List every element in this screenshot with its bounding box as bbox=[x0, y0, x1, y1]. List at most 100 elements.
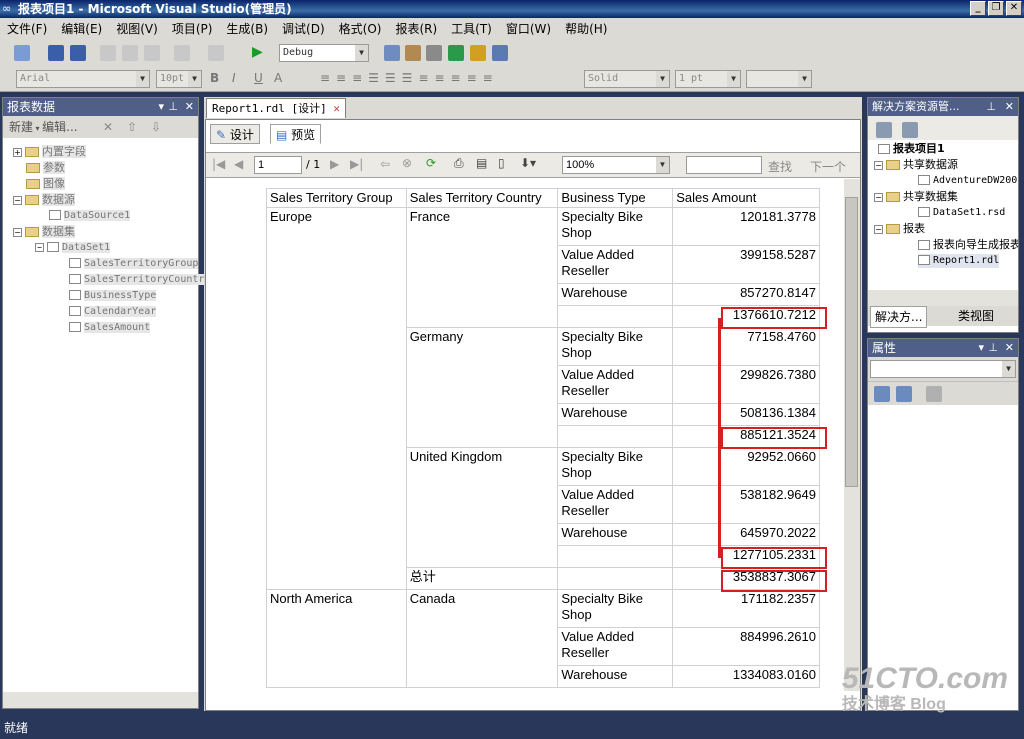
collapse-icon[interactable]: − bbox=[13, 227, 22, 237]
tree-datasets[interactable]: − 数据集 bbox=[13, 225, 75, 239]
tree-report-item[interactable]: Report1.rdl bbox=[918, 254, 1000, 268]
properties-icon[interactable] bbox=[876, 122, 892, 138]
tree-datasources[interactable]: − 数据源 bbox=[13, 193, 75, 207]
tools-icon[interactable] bbox=[426, 45, 442, 61]
tree-datasource-item[interactable]: AdventureDW2008 bbox=[918, 174, 1018, 188]
move-down-icon[interactable]: ⇩ bbox=[151, 116, 161, 138]
find-input[interactable] bbox=[686, 156, 762, 174]
tab-report1[interactable]: Report1.rdl [设计] ✕ bbox=[206, 98, 346, 118]
prev-page-icon[interactable]: ◀ bbox=[234, 157, 243, 171]
page-input[interactable]: 1 bbox=[254, 156, 302, 174]
print-layout-icon[interactable]: ▤ bbox=[476, 156, 487, 170]
tree-field[interactable]: SalesTerritoryCountry bbox=[69, 273, 211, 287]
pin-icon[interactable]: ⊥ bbox=[988, 339, 998, 357]
collapse-icon[interactable]: − bbox=[874, 224, 883, 234]
pin-icon[interactable]: ⊥ bbox=[168, 98, 178, 116]
object-selector[interactable]: ▼ bbox=[870, 360, 1016, 378]
menu-debug[interactable]: 调试(D) bbox=[275, 18, 332, 40]
first-page-icon[interactable]: |◀ bbox=[212, 157, 225, 171]
save-all-icon[interactable] bbox=[70, 45, 86, 61]
refresh-icon[interactable]: ⟳ bbox=[426, 156, 436, 170]
menu-file[interactable]: 文件(F) bbox=[0, 18, 54, 40]
cut-icon[interactable] bbox=[100, 45, 116, 61]
toolbox-icon[interactable] bbox=[470, 45, 486, 61]
paste-icon[interactable] bbox=[144, 45, 160, 61]
menu-format[interactable]: 格式(O) bbox=[332, 18, 389, 40]
tree-shared-datasets[interactable]: − 共享数据集 bbox=[874, 190, 958, 204]
pin-dropdown-icon[interactable]: ▾ bbox=[978, 339, 984, 357]
bold-icon[interactable]: B bbox=[210, 71, 219, 85]
next-page-icon[interactable]: ▶ bbox=[330, 157, 339, 171]
tab-design[interactable]: ✎ 设计 bbox=[210, 124, 260, 144]
redo-icon[interactable] bbox=[208, 45, 224, 61]
tree-images[interactable]: 图像 bbox=[26, 177, 65, 191]
start-debug-icon[interactable]: ▶ bbox=[252, 44, 263, 60]
tree-reports[interactable]: − 报表 bbox=[874, 222, 925, 236]
tree-field[interactable]: SalesTerritoryGroup bbox=[69, 257, 199, 271]
font-color-icon[interactable]: A bbox=[274, 71, 282, 85]
tree-report-item[interactable]: 报表向导生成报表 bbox=[918, 238, 1018, 252]
collapse-icon[interactable]: − bbox=[35, 242, 44, 252]
tree-dataset1[interactable]: − DataSet1 bbox=[35, 241, 111, 255]
config-combo[interactable]: Debug ▼ bbox=[279, 44, 369, 62]
find-button[interactable]: 查找 bbox=[768, 158, 792, 175]
tree-datasource1[interactable]: DataSource1 bbox=[49, 209, 131, 223]
copy-icon[interactable] bbox=[122, 45, 138, 61]
horizontal-scrollbar[interactable] bbox=[868, 290, 1018, 306]
menu-report[interactable]: 报表(R) bbox=[388, 18, 444, 40]
pin-dropdown-icon[interactable]: ▾ bbox=[158, 98, 164, 116]
collapse-icon[interactable]: − bbox=[874, 192, 883, 202]
tree-field[interactable]: CalendarYear bbox=[69, 305, 157, 319]
stop-icon[interactable]: ⊗ bbox=[402, 156, 412, 170]
close-icon[interactable]: ✕ bbox=[1005, 339, 1014, 357]
alphabetical-icon[interactable] bbox=[896, 386, 912, 402]
categorized-icon[interactable] bbox=[874, 386, 890, 402]
border-width-combo[interactable]: 1 pt ▼ bbox=[675, 70, 741, 88]
border-style-combo[interactable]: Solid ▼ bbox=[584, 70, 670, 88]
page-setup-icon[interactable]: ▯ bbox=[498, 156, 505, 170]
tab-class-view[interactable]: 类视图 bbox=[954, 306, 998, 326]
export-icon[interactable]: ⬇▾ bbox=[520, 156, 536, 170]
close-icon[interactable]: ✕ bbox=[1005, 98, 1014, 116]
tree-shared-datasources[interactable]: − 共享数据源 bbox=[874, 158, 958, 172]
menu-help[interactable]: 帮助(H) bbox=[558, 18, 614, 40]
vertical-scrollbar[interactable] bbox=[844, 179, 860, 691]
tab-solution[interactable]: 解决方... bbox=[870, 306, 928, 328]
back-icon[interactable]: ⇦ bbox=[380, 157, 390, 171]
border-color-combo[interactable]: ▼ bbox=[746, 70, 812, 88]
new-button[interactable]: 新建 bbox=[9, 120, 33, 134]
horizontal-scrollbar[interactable] bbox=[3, 692, 198, 708]
collapse-icon[interactable]: − bbox=[874, 160, 883, 170]
font-size-combo[interactable]: 10pt ▼ bbox=[156, 70, 202, 88]
menu-edit[interactable]: 编辑(E) bbox=[54, 18, 109, 40]
tree-parameters[interactable]: 参数 bbox=[26, 161, 65, 175]
menu-project[interactable]: 项目(P) bbox=[165, 18, 220, 40]
property-pages-icon[interactable] bbox=[926, 386, 942, 402]
close-button[interactable]: ✕ bbox=[1006, 1, 1022, 16]
save-icon[interactable] bbox=[48, 45, 64, 61]
find-next-button[interactable]: 下一个 bbox=[810, 158, 846, 175]
menu-view[interactable]: 视图(V) bbox=[109, 18, 165, 40]
tree-builtin-fields[interactable]: + 内置字段 bbox=[13, 145, 86, 159]
tree-dataset-item[interactable]: DataSet1.rsd bbox=[918, 206, 1005, 220]
scroll-thumb[interactable] bbox=[845, 197, 858, 487]
tab-preview[interactable]: ▤ 预览 bbox=[270, 124, 322, 144]
close-tab-icon[interactable]: ✕ bbox=[333, 102, 340, 115]
zoom-combo[interactable]: 100% ▼ bbox=[562, 156, 670, 174]
properties-icon[interactable] bbox=[405, 45, 421, 61]
tree-field[interactable]: SalesAmount bbox=[69, 321, 151, 335]
menu-window[interactable]: 窗口(W) bbox=[499, 18, 558, 40]
italic-icon[interactable]: I bbox=[232, 71, 236, 85]
move-up-icon[interactable]: ⇧ bbox=[127, 116, 137, 138]
collapse-icon[interactable]: − bbox=[13, 195, 22, 205]
font-combo[interactable]: Arial ▼ bbox=[16, 70, 150, 88]
undo-icon[interactable] bbox=[174, 45, 190, 61]
find-icon[interactable] bbox=[384, 45, 400, 61]
minimize-button[interactable]: _ bbox=[970, 1, 986, 16]
delete-icon[interactable]: ✕ bbox=[103, 116, 113, 138]
edit-button[interactable]: 编辑... bbox=[42, 120, 77, 134]
show-all-icon[interactable] bbox=[902, 122, 918, 138]
pin-icon[interactable]: ⊥ bbox=[986, 98, 996, 116]
new-project-icon[interactable] bbox=[14, 45, 30, 61]
tree-project[interactable]: 报表项目1 bbox=[878, 142, 945, 156]
